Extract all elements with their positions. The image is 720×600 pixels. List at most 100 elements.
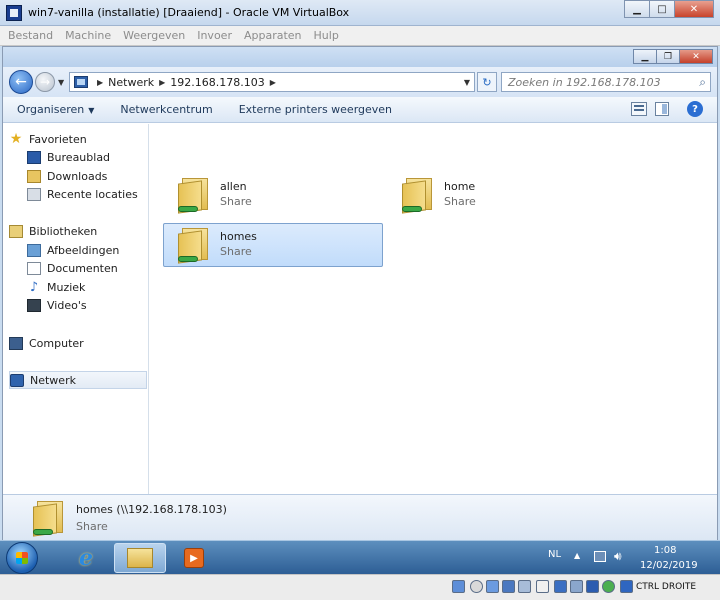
share-item-allen[interactable]: allen Share: [164, 174, 384, 218]
menu-weergeven[interactable]: Weergeven: [123, 29, 185, 42]
explorer-maximize-button[interactable]: ❐: [656, 49, 680, 64]
details-name: homes (\\192.168.178.103): [76, 503, 227, 516]
network-tray-icon[interactable]: [594, 551, 606, 562]
keyboard-capture-icon[interactable]: [620, 580, 633, 593]
shared-folder-icon: [402, 176, 436, 214]
sidebar-item-label: Recente locaties: [47, 187, 138, 201]
network-icon: [10, 373, 24, 387]
sidebar-item-recent[interactable]: Recente locaties: [27, 185, 138, 203]
clock-time[interactable]: 1:08: [654, 545, 676, 556]
taskbar-explorer[interactable]: [114, 543, 166, 573]
videos-icon: [27, 298, 41, 312]
maximize-button[interactable]: □: [649, 0, 675, 18]
shared-folders-icon[interactable]: [536, 580, 549, 593]
external-printers-button[interactable]: Externe printers weergeven: [239, 103, 392, 116]
item-name: allen: [220, 180, 247, 193]
computer-icon: [9, 336, 23, 350]
change-view-icon[interactable]: [631, 102, 647, 116]
search-input[interactable]: Zoeken in 192.168.178.103 ⌕: [501, 72, 711, 92]
explorer-window: ▁ ❐ ✕ ← → ▼ ▶ Netwerk ▶ 192.168.178.103 …: [2, 46, 718, 540]
sidebar-item-downloads[interactable]: Downloads: [27, 167, 107, 185]
sidebar-item-label: Afbeeldingen: [47, 243, 120, 257]
chevron-down-icon: ▼: [88, 106, 95, 115]
menu-apparaten[interactable]: Apparaten: [244, 29, 302, 42]
display-icon[interactable]: [554, 580, 567, 593]
desktop-icon: [27, 150, 41, 164]
menu-bestand[interactable]: Bestand: [8, 29, 53, 42]
sidebar-item-music[interactable]: ♪ Muziek: [27, 278, 86, 296]
optical-drive-icon[interactable]: [470, 580, 483, 593]
audio-icon[interactable]: [486, 580, 499, 593]
menu-invoer[interactable]: Invoer: [197, 29, 232, 42]
language-indicator[interactable]: NL: [548, 549, 561, 560]
mouse-integration-icon[interactable]: [602, 580, 615, 593]
item-name: homes: [220, 230, 257, 243]
command-bar: Organiseren ▼ Netwerkcentrum Externe prin…: [3, 97, 717, 123]
vbox-menubar: Bestand Machine Weergeven Invoer Apparat…: [0, 26, 720, 46]
organize-button[interactable]: Organiseren ▼: [17, 103, 94, 116]
forward-button[interactable]: →: [35, 72, 55, 92]
breadcrumb-netwerk[interactable]: Netwerk: [108, 76, 154, 89]
explorer-window-controls: ▁ ❐ ✕: [633, 49, 713, 64]
organize-label: Organiseren: [17, 103, 85, 116]
sidebar-item-pictures[interactable]: Afbeeldingen: [27, 241, 119, 259]
preview-pane-icon[interactable]: [655, 102, 669, 116]
minimize-button[interactable]: ▁: [624, 0, 650, 18]
item-name: home: [444, 180, 476, 193]
explorer-minimize-button[interactable]: ▁: [633, 49, 657, 64]
sidebar-item-desktop[interactable]: Bureaublad: [27, 148, 110, 166]
volume-icon[interactable]: 🔊︎: [614, 549, 622, 564]
virtualbox-app-icon: [6, 5, 22, 21]
pictures-icon: [27, 243, 41, 257]
sidebar-item-documents[interactable]: Documenten: [27, 259, 118, 277]
shared-folder-icon: [178, 176, 212, 214]
back-button[interactable]: ←: [9, 70, 33, 94]
star-icon: ★: [9, 130, 23, 147]
downloads-icon: [27, 169, 41, 183]
address-field[interactable]: ▶ Netwerk ▶ 192.168.178.103 ▶ ▼: [69, 72, 475, 92]
navigation-pane: ★ Favorieten Bureaublad Downloads Recent…: [3, 124, 149, 494]
breadcrumb-separator-icon[interactable]: ▶: [97, 78, 103, 87]
show-hidden-icons-icon[interactable]: ▲: [574, 551, 580, 560]
sidebar-item-libraries[interactable]: Bibliotheken: [9, 222, 97, 240]
sidebar-item-computer[interactable]: Computer: [9, 334, 84, 352]
clock-date[interactable]: 12/02/2019: [640, 560, 698, 571]
sidebar-item-network[interactable]: Netwerk: [9, 371, 147, 389]
sidebar-item-favorites[interactable]: ★ Favorieten: [9, 130, 87, 148]
start-button[interactable]: [6, 542, 38, 574]
sidebar-item-label: Video's: [47, 298, 87, 312]
file-list: allen Share home Share homes Share: [150, 124, 717, 494]
breadcrumb-host[interactable]: 192.168.178.103: [170, 76, 264, 89]
recording-icon[interactable]: [570, 580, 583, 593]
shared-folder-icon: [33, 499, 67, 537]
breadcrumb-separator-icon[interactable]: ▶: [270, 78, 276, 87]
menu-machine[interactable]: Machine: [65, 29, 111, 42]
folder-icon: [127, 548, 153, 568]
hard-disk-icon[interactable]: [452, 580, 465, 593]
recent-pages-dropdown[interactable]: ▼: [58, 78, 64, 87]
explorer-close-button[interactable]: ✕: [679, 49, 713, 64]
sidebar-item-videos[interactable]: Video's: [27, 296, 87, 314]
details-type: Share: [76, 520, 108, 533]
share-item-home[interactable]: home Share: [388, 174, 608, 218]
host-key-label: CTRL DROITE: [636, 582, 697, 592]
sidebar-item-label: Muziek: [47, 280, 86, 294]
close-button[interactable]: ✕: [674, 0, 714, 18]
menu-hulp[interactable]: Hulp: [314, 29, 339, 42]
refresh-button[interactable]: ↻: [477, 72, 497, 92]
usb-icon[interactable]: [518, 580, 531, 593]
help-icon[interactable]: ?: [687, 101, 703, 117]
breadcrumb-separator-icon[interactable]: ▶: [159, 78, 165, 87]
taskbar-media-player[interactable]: ▶: [168, 543, 220, 573]
network-center-button[interactable]: Netwerkcentrum: [120, 103, 212, 116]
window-title: win7-vanilla (installatie) [Draaiend] - …: [28, 6, 350, 19]
share-item-homes[interactable]: homes Share: [163, 223, 383, 267]
taskbar-internet-explorer[interactable]: e: [60, 543, 112, 573]
vbox-statusbar: CTRL DROITE: [0, 574, 720, 600]
search-icon[interactable]: ⌕: [699, 75, 706, 90]
address-dropdown-icon[interactable]: ▼: [464, 78, 470, 87]
network-adapter-icon[interactable]: [502, 580, 515, 593]
documents-icon: [27, 261, 41, 275]
virtualization-icon[interactable]: [586, 580, 599, 593]
sidebar-item-label: Bibliotheken: [29, 224, 98, 238]
